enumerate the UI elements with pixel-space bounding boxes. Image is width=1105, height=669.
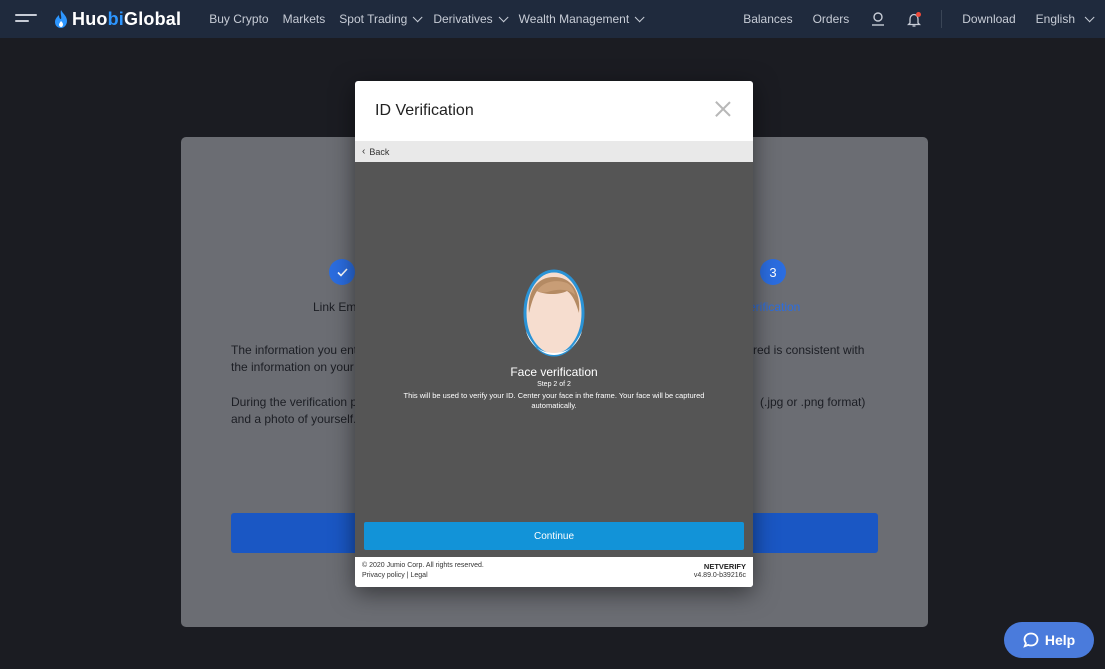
- face-verification-panel: Face verification Step 2 of 2 This will …: [355, 162, 753, 557]
- chevron-down-icon: [412, 11, 423, 22]
- chevron-down-icon: [1084, 11, 1095, 22]
- menu-icon[interactable]: [15, 12, 37, 26]
- info-text-right-2: (.jpg or .png format): [760, 395, 866, 409]
- info-text-left-4: and a photo of yourself.: [231, 412, 357, 426]
- nav-derivatives[interactable]: Derivatives: [433, 11, 509, 26]
- nav-orders[interactable]: Orders: [813, 12, 850, 26]
- nav-derivatives-label: Derivatives: [433, 12, 493, 26]
- step-indicator: Step 2 of 2: [537, 381, 571, 388]
- copyright-text: © 2020 Jumio Corp. All rights reserved.: [362, 562, 484, 569]
- help-label: Help: [1044, 632, 1076, 648]
- step-3: 3: [760, 259, 786, 285]
- nav-markets[interactable]: Markets: [283, 12, 326, 26]
- nav-spot-trading-label: Spot Trading: [339, 12, 408, 26]
- back-label: Back: [369, 146, 390, 157]
- chevron-left-icon: ‹: [362, 146, 366, 157]
- nav-wealth-management-label: Wealth Management: [518, 12, 630, 26]
- nav-language-label: English: [1035, 12, 1075, 26]
- face-illustration-icon: [523, 269, 585, 357]
- id-verification-modal: ID Verification ‹ Back Face verification…: [355, 81, 753, 587]
- chevron-down-icon: [634, 11, 645, 22]
- user-icon[interactable]: [871, 12, 885, 26]
- continue-button[interactable]: Continue: [364, 522, 744, 550]
- info-text-left-3: During the verification p: [231, 395, 358, 409]
- help-button[interactable]: Help: [1004, 622, 1094, 658]
- netverify-brand: NETVERIFY: [703, 562, 746, 571]
- close-icon[interactable]: [715, 101, 731, 117]
- modal-header: ID Verification: [355, 81, 753, 141]
- step-1-label: Link Em: [313, 300, 357, 314]
- logo-text-suffix: Global: [124, 8, 182, 29]
- face-verification-title: Face verification: [510, 365, 598, 379]
- nav-spot-trading[interactable]: Spot Trading: [339, 11, 423, 26]
- nav-download[interactable]: Download: [962, 12, 1015, 26]
- logo[interactable]: Huo bi Global: [54, 9, 181, 30]
- nav-divider: [941, 10, 943, 28]
- logo-text-main: Huo: [72, 8, 108, 29]
- nav-right: Balances Orders Download English: [723, 10, 1105, 28]
- nav-buy-crypto[interactable]: Buy Crypto: [209, 12, 268, 26]
- face-verification-description: This will be used to verify your ID. Cen…: [403, 391, 705, 410]
- step-1-complete: [329, 259, 355, 285]
- check-icon: [336, 267, 348, 277]
- back-button[interactable]: ‹ Back: [355, 141, 753, 162]
- version-text: v4.89.0-b39216c: [693, 572, 746, 579]
- chevron-down-icon: [498, 11, 509, 22]
- info-text-left-2: the information on your: [231, 360, 354, 374]
- logo-text-accent: bi: [107, 8, 124, 29]
- bell-icon[interactable]: [907, 11, 922, 27]
- nav-balances[interactable]: Balances: [743, 12, 792, 26]
- top-navigation: Huo bi Global Buy Crypto Markets Spot Tra…: [0, 0, 1105, 38]
- notification-dot: [916, 11, 922, 17]
- info-text-left-1: The information you ent: [231, 343, 358, 357]
- nav-wealth-management[interactable]: Wealth Management: [518, 11, 645, 26]
- info-text-right-1: red is consistent with: [753, 343, 865, 357]
- modal-title: ID Verification: [375, 102, 474, 119]
- modal-footer: © 2020 Jumio Corp. All rights reserved. …: [355, 557, 753, 587]
- nav-language[interactable]: English: [1035, 11, 1095, 26]
- flame-icon: [55, 10, 67, 28]
- chat-bubble-icon: [1023, 632, 1039, 648]
- step-3-label: erification: [749, 300, 801, 314]
- privacy-legal-links[interactable]: Privacy policy | Legal: [362, 571, 484, 581]
